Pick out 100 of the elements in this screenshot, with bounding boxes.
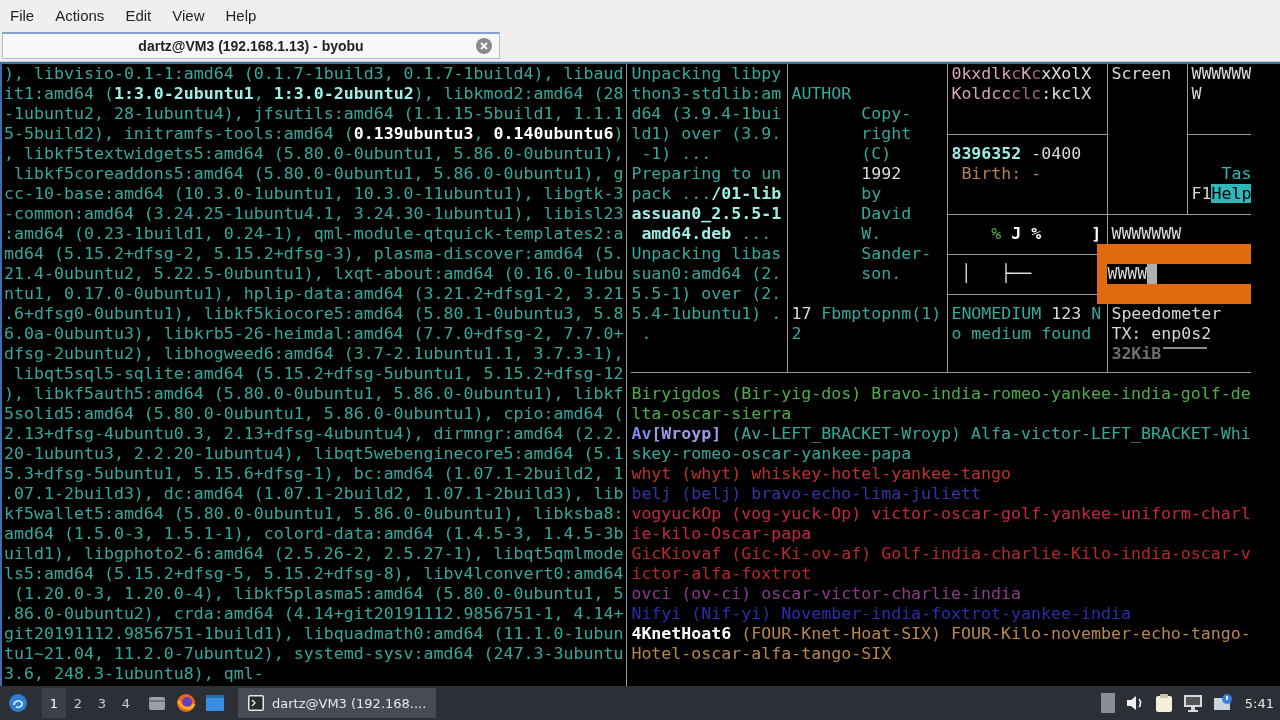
sparkline	[1163, 347, 1208, 349]
terminal-line: .86.0-0ubuntu2), crda:amd64 (4.14+git20191112.9856751-1, 4.14+	[4, 604, 624, 624]
terminal-line: :amd64 (0.23-1build1, 0.24-1), qml-module-qtquick-templates2:a	[4, 224, 624, 244]
terminal-line: 5.5-1) over (2.	[631, 284, 783, 304]
workspace-button[interactable]: 3	[90, 688, 114, 718]
terminal-line: Hotel-oscar-alfa-tango-SIX	[631, 644, 893, 664]
terminal-line: by	[861, 184, 883, 204]
network-icon[interactable]	[1182, 694, 1203, 712]
terminal-line: Tas	[1221, 164, 1252, 184]
start-menu-icon[interactable]	[8, 693, 28, 713]
menu-item[interactable]: Help	[225, 6, 257, 24]
terminal-line: skey-romeo-oscar-yankee-papa	[631, 444, 913, 464]
terminal-line: ), libkf5auth5:amd64 (5.80.0-0ubuntu1, 5.86.0-0ubuntu1), libkf	[4, 384, 624, 404]
terminal-line: Birth: -	[960, 164, 1043, 184]
terminal-line: WWWWWWW	[1111, 224, 1183, 244]
terminal-line: 20-1ubuntu3, 2.2.20-1ubuntu4), libqt5webenginecore5:amd64 (5.1	[4, 444, 624, 464]
workspace-button[interactable]: 4	[114, 688, 138, 718]
terminal-line: -common:amd64 (3.24.25-1ubuntu4.1, 3.24.30-1ubuntu1), libisl23	[4, 204, 624, 224]
terminal-line: whyt (whyt) whiskey-hotel-yankee-tango	[631, 464, 1013, 484]
terminal-line: git20191112.9856751-1build1), libquadmath0:amd64 (11.1.0-1ubun	[4, 624, 624, 644]
terminal-line: md64 (5.15.2+dfsg-2, 5.15.2+dfsg-3), plasma-discover:amd64 (5.	[4, 244, 624, 264]
terminal-line: F1Help	[1191, 184, 1252, 204]
terminal-line: W.	[861, 224, 883, 244]
terminal-line: d64 (3.9.4-1bui	[631, 104, 783, 124]
workspace-button[interactable]: 1	[42, 688, 66, 718]
menu-item[interactable]: File	[10, 6, 35, 24]
menu-item[interactable]: View	[172, 6, 205, 24]
terminal-line: right	[861, 124, 913, 144]
terminal-line: TX: enp0s2	[1111, 324, 1213, 344]
terminal-line: libqt5sql5-sqlite:amd64 (5.15.2+dfsg-5ubuntu1, 5.15.2+dfsg-12	[13, 364, 624, 384]
terminal-line: 5solid5:amd64 (5.80.0-0ubuntu1, 5.86.0-0ubuntu1), cpio:amd64 (	[4, 404, 624, 424]
terminal-line: tu1~21.04, 11.2.0-7ubuntu2), systemd-sysv:amd64 (247.3-3ubuntu	[4, 644, 624, 664]
terminal-line: pack .../01-lib	[631, 184, 783, 204]
clipboard-icon[interactable]	[1154, 693, 1173, 713]
terminal-line: Av[Wroyp] (Av-LEFT_BRACKET-Wroyp) Alfa-victor-LEFT_BRACKET-Whi	[631, 424, 1252, 444]
terminal-line: % J % ]	[990, 224, 1103, 244]
terminal-line: 5-5build2), initramfs-tools:amd64 (0.139ubuntu3, 0.140ubuntu6)	[4, 124, 624, 144]
terminal-line: 17 Fbmptopnm(1)	[791, 304, 943, 324]
terminal-line: 4KnetHoat6 (FOUR-Knet-Hoat-SIX) FOUR-Kilo-november-echo-tango-	[631, 624, 1252, 644]
menu-item[interactable]: Edit	[125, 6, 152, 24]
terminal-line: 32KiB	[1111, 344, 1162, 364]
terminal-line: assuan0_2.5.5-1	[631, 204, 783, 224]
terminal-line: -1) ...	[640, 144, 713, 164]
workspace-button[interactable]: 2	[66, 688, 90, 718]
terminal-line: Unpacking libas	[631, 244, 783, 264]
terminal-line: vogyuckOp (vog-yuck-Op) victor-oscar-golf-yankee-uniform-charl	[631, 504, 1252, 524]
terminal-line: GicKiovaf (Gic-Ki-ov-af) Golf-india-charlie-Kilo-india-oscar-v	[631, 544, 1252, 564]
terminal-line: 3.6, 248.3-1ubuntu8), qml-	[4, 664, 265, 684]
terminal-line: amd64.deb ...	[640, 224, 773, 244]
terminal-line: .6+dfsg0-0ubuntu1), libkf5kiocore5:amd64 (5.80.1-0ubuntu3, 5.8	[4, 304, 624, 324]
terminal-line: ovci (ov-ci) oscar-victor-charlie-india	[631, 584, 1022, 604]
terminal-line: belj (belj) bravo-echo-lima-juliett	[631, 484, 983, 504]
terminal-line: Preparing to un	[631, 164, 783, 184]
terminal-line: amd64 (1.5.0-3, 1.5.1-1), colord-data:amd64 (1.4.5-3, 1.4.5-3b	[4, 524, 624, 544]
terminal-line: Screen	[1111, 64, 1173, 84]
terminal-line: 5.4-1ubuntu1) .	[631, 304, 783, 324]
terminal-line: libkf5coreaddons5:amd64 (5.80.0-0ubuntu1, 5.86.0-0ubuntu1), g	[13, 164, 624, 184]
terminal-line: cc-10-base:amd64 (10.3.0-1ubuntu1, 10.3.0-11ubuntu1), libgtk-3	[4, 184, 624, 204]
terminal-line: Unpacking libpy	[631, 64, 783, 84]
file-manager-icon[interactable]	[148, 694, 166, 712]
terminal-line: Nifyi (Nif-yi) November-india-foxtrot-yankee-india	[631, 604, 1132, 624]
terminal-line: dfsg-2ubuntu2), libhogweed6:amd64 (3.7-2.1ubuntu1.1, 3.7.3-1),	[4, 344, 624, 364]
terminal-line: son.	[861, 264, 903, 284]
terminal-line: WWWWWW	[1191, 64, 1252, 84]
notification-icon[interactable]	[1212, 694, 1233, 712]
terminal-line: (C)	[861, 144, 893, 164]
menu-item[interactable]: Actions	[55, 6, 105, 24]
terminal-line: thon3-stdlib:am	[631, 84, 783, 104]
terminal-line: ictor-alfa-foxtrot	[631, 564, 813, 584]
terminal-line: Copy-	[861, 104, 913, 124]
terminal-line: 1992	[861, 164, 903, 184]
terminal-line: 0kxdlkcKcxXolX	[951, 64, 1093, 84]
terminal-line: it1:amd64 (1:3.0-2ubuntu1, 1:3.0-2ubuntu2), libkmod2:amd64 (28	[4, 84, 624, 104]
terminal-tab[interactable]: dartz@VM3 (192.168.1.13) - byobu	[2, 32, 500, 59]
terminal-icon	[248, 695, 264, 711]
terminal-line: ntu1, 0.17.0-0ubuntu1), hplip-data:amd64 (3.21.2+dfsg1-2, 3.21	[4, 284, 624, 304]
tray-indicator-icon[interactable]	[1100, 693, 1115, 713]
terminal-line: 5.3+dfsg-5ubuntu1, 5.15.6+dfsg-1), bc:amd64 (1.07.1-2build2, 1	[4, 464, 624, 484]
terminal-line: -1ubuntu2, 28-1ubuntu4), jfsutils:amd64 (1.1.15-5build1, 1.1.1	[4, 104, 624, 124]
terminal-line: Biryigdos (Bir-yig-dos) Bravo-india-romeo-yankee-india-golf-de	[631, 384, 1252, 404]
terminal-line: AUTHOR	[791, 84, 853, 104]
terminal-line: David	[861, 204, 913, 224]
terminal-line: , libkf5textwidgets5:amd64 (5.80.0-0ubuntu1, 5.86.0-0ubuntu1),	[4, 144, 624, 164]
browser-icon[interactable]	[176, 693, 196, 713]
terminal-line: Koldccclc:kclX	[951, 84, 1093, 104]
taskbar-button[interactable]: dartz@VM3 (192.168....	[238, 688, 436, 718]
terminal-line: 2.13+dfsg-4ubuntu0.3, 2.13+dfsg-4ubuntu4), dirmngr:amd64 (2.2.	[4, 424, 624, 444]
terminal-line: lta-oscar-sierra	[631, 404, 793, 424]
terminal-line: (1.20.0-3, 1.20.0-4), libkf5plasma5:amd64 (5.80.0-0ubuntu1, 5	[13, 584, 624, 604]
terminal-line: Sander-	[861, 244, 933, 264]
terminal-line: 2	[791, 324, 803, 344]
terminal-line: ENOMEDIUM 123 N	[951, 304, 1103, 324]
terminal-line: ld1) over (3.9.	[631, 124, 783, 144]
close-icon[interactable]	[476, 38, 492, 54]
terminal-line: uild1), libgphoto2-6:amd64 (2.5.26-2, 2.5.27-1), libqt5qmlmode	[4, 544, 624, 564]
clock: 5:41	[1244, 695, 1274, 711]
terminal-line: .07.1-2build3), dc:amd64 (1.07.1-2build2, 1.07.1-2build3), lib	[4, 484, 624, 504]
terminal-line: 8396352 -0400	[951, 144, 1083, 164]
terminal-line: ), libvisio-0.1-1:amd64 (0.1.7-1build3, 0.1.7-1build4), libaud	[4, 64, 624, 84]
terminal-line: kf5wallet5:amd64 (5.80.0-0ubuntu1, 5.86.0-0ubuntu1), libksba8:	[4, 504, 624, 524]
